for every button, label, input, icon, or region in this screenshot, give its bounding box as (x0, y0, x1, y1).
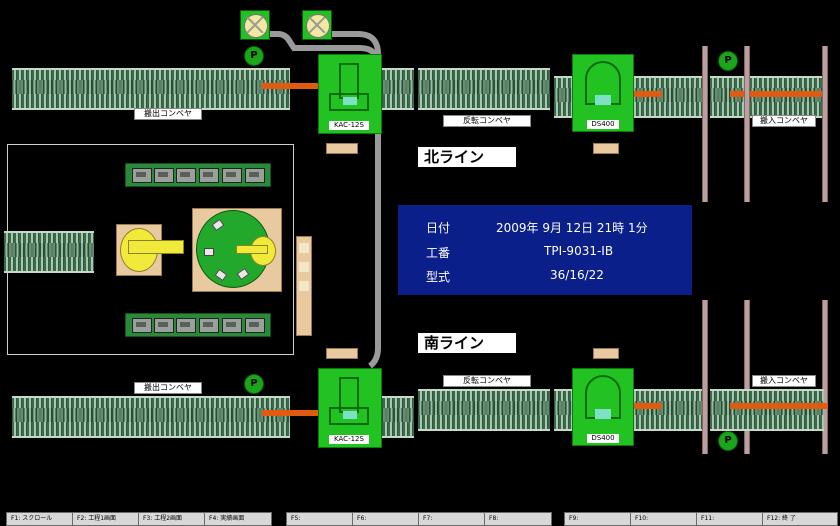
stack-slot (299, 243, 309, 253)
rail (702, 46, 708, 202)
date-label: 日付 (426, 221, 451, 235)
north-ds-pad (593, 143, 619, 154)
north-load-conveyor-label: 搬入コンベヤ (752, 115, 816, 127)
north-unload-conveyor-label: 搬出コンベヤ (134, 108, 202, 120)
info-panel: 日付 2009年 9月 12日 21時 1分 工番 TPI-9031-IB 型式… (398, 205, 692, 295)
fkey-f4[interactable]: F4: 実績画面 (204, 512, 272, 526)
north-line-title: 北ライン (418, 147, 516, 167)
right-robot-arm (236, 245, 268, 254)
north-ds-conveyor-right (632, 76, 702, 118)
fkey-f10[interactable]: F10: (630, 512, 698, 526)
p-badge: P (244, 374, 264, 394)
date-value: 2009年 9月 12日 21時 1分 (496, 221, 648, 235)
north-kac-label: KAC-12S (329, 121, 369, 130)
left-robot-arm (128, 240, 184, 254)
south-pusher-rod-1 (262, 410, 320, 416)
south-ds-pad (593, 348, 619, 359)
south-kac-machine: KAC-12S (318, 368, 382, 448)
north-pad (326, 143, 358, 154)
cell-conveyor (4, 231, 94, 273)
south-kac-label: KAC-12S (329, 435, 369, 444)
fkey-f6[interactable]: F6: (352, 512, 420, 526)
south-ds-label: DS400 (587, 434, 619, 443)
stack-slot (299, 281, 309, 291)
model-value: 36/16/22 (550, 268, 604, 282)
fkey-f11[interactable]: F11: (696, 512, 764, 526)
p-badge: P (718, 51, 738, 71)
south-load-conveyor-label: 搬入コンベヤ (752, 375, 816, 387)
rail (744, 46, 750, 202)
fan-icon (302, 10, 332, 40)
rail (822, 46, 828, 202)
p-badge: P (244, 46, 264, 66)
fkey-f8[interactable]: F8: (484, 512, 552, 526)
north-ds-conveyor-left (554, 76, 574, 118)
turntable-slot (204, 248, 214, 256)
stack-slot (299, 262, 309, 272)
fkey-f3[interactable]: F3: 工程2画面 (138, 512, 206, 526)
south-line-title: 南ライン (418, 333, 516, 353)
model-label: 型式 (426, 270, 451, 284)
rail (702, 300, 708, 454)
fkey-f1[interactable]: F1: スクロール (6, 512, 74, 526)
lower-tray (125, 313, 271, 337)
fan-icon (240, 10, 270, 40)
south-reverse-conveyor (418, 389, 550, 431)
north-kac-machine: KAC-12S (318, 54, 382, 134)
south-pusher-rod-3 (730, 403, 828, 409)
south-ds-conveyor-left (554, 389, 574, 431)
north-ds-label: DS400 (587, 120, 619, 129)
upper-tray (125, 163, 271, 187)
south-reverse-conveyor-label: 反転コンベヤ (443, 375, 531, 387)
job-label: 工番 (426, 246, 451, 260)
north-ds-machine: DS400 (572, 54, 634, 132)
job-value: TPI-9031-IB (544, 244, 614, 258)
south-load-conveyor (710, 389, 824, 431)
fkey-f2[interactable]: F2: 工程1画面 (72, 512, 140, 526)
fkey-f7[interactable]: F7: (418, 512, 486, 526)
north-load-conveyor (710, 76, 824, 118)
north-reverse-conveyor-label: 反転コンベヤ (443, 115, 531, 127)
south-unload-conveyor-label: 搬出コンベヤ (134, 382, 202, 394)
south-conveyor-segment (378, 396, 414, 438)
south-ds-machine: DS400 (572, 368, 634, 446)
fkey-f5[interactable]: F5: (286, 512, 354, 526)
south-unload-conveyor (12, 396, 290, 438)
south-pad (326, 348, 358, 359)
north-reverse-conveyor (418, 68, 550, 110)
fkey-f12[interactable]: F12: 終 了 (762, 512, 838, 526)
fkey-f9[interactable]: F9: (564, 512, 632, 526)
p-badge: P (718, 431, 738, 451)
south-ds-conveyor-right (632, 389, 702, 431)
